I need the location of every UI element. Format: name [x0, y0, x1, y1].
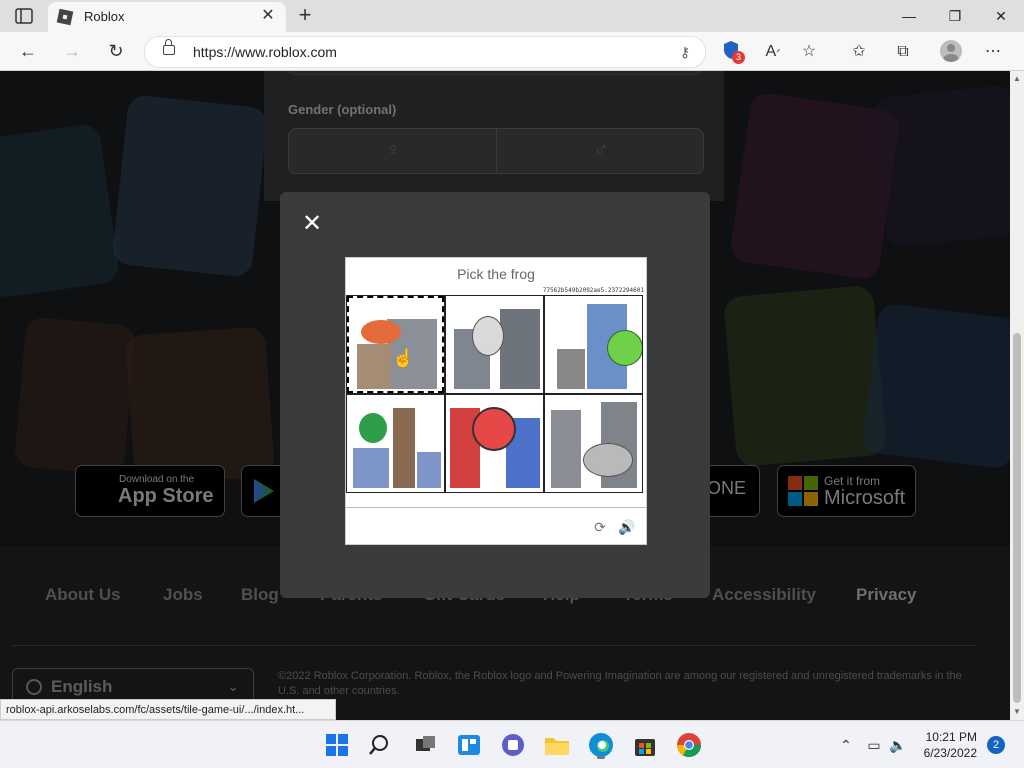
more-menu-icon[interactable]: ⋯ [980, 39, 1006, 65]
tab-title: Roblox [84, 9, 125, 24]
shield-badge-count: 3 [732, 51, 745, 64]
browser-toolbar: ← → ↻ https://www.roblox.com ⚷ 3 Aᐟ ☆ ✩ … [0, 32, 1024, 71]
search-button[interactable] [365, 729, 397, 761]
frog-icon [607, 330, 642, 366]
scroll-up-icon[interactable]: ▲ [1012, 74, 1022, 84]
address-bar[interactable]: https://www.roblox.com ⚷ [144, 36, 706, 68]
restore-button[interactable]: ❐ [932, 0, 978, 32]
scroll-down-icon[interactable]: ▼ [1012, 707, 1022, 717]
edge-button[interactable] [585, 729, 617, 761]
widgets-button[interactable] [453, 729, 485, 761]
captcha-divider [346, 507, 646, 508]
captcha-tile-mouse[interactable] [445, 295, 544, 394]
network-icon[interactable]: ▭ [864, 735, 884, 755]
task-view-icon [416, 736, 435, 751]
tab-close-icon[interactable]: ✕ [258, 6, 278, 26]
mouse-icon [472, 316, 504, 356]
elephant-icon [583, 443, 633, 477]
ladybug-icon [472, 407, 516, 451]
add-favorite-icon[interactable]: ☆ [796, 39, 822, 65]
folder-icon [545, 738, 569, 755]
back-button[interactable]: ← [14, 37, 42, 65]
roblox-favicon-icon [56, 8, 74, 26]
captcha-tile-green-creature[interactable] [346, 394, 445, 493]
refresh-icon[interactable]: ⟳ [591, 518, 609, 536]
chat-icon [502, 734, 524, 756]
teams-chat-button[interactable] [497, 729, 529, 761]
key-icon[interactable]: ⚷ [675, 42, 695, 62]
crab-icon [361, 320, 401, 344]
link-status-bar: roblox-api.arkoselabs.com/fc/assets/tile… [0, 699, 336, 720]
captcha-grid [346, 295, 646, 495]
clock-time[interactable]: 10:21 PM [926, 730, 977, 744]
read-aloud-icon[interactable]: Aᐟ [760, 39, 786, 65]
captcha-prompt: Pick the frog [457, 266, 535, 282]
forward-button[interactable]: → [58, 37, 86, 65]
windows-logo-icon [326, 734, 348, 756]
favorites-icon[interactable]: ✩ [846, 39, 872, 65]
chrome-button[interactable] [673, 729, 705, 761]
windows-taskbar: ⌃ ▭ 🔈 10:21 PM 6/23/2022 2 [0, 720, 1024, 768]
captcha-tile-elephant[interactable] [544, 394, 643, 493]
store-button[interactable] [629, 729, 661, 761]
clock-date[interactable]: 6/23/2022 [924, 746, 977, 760]
url-text[interactable]: https://www.roblox.com [193, 44, 337, 60]
chrome-icon [677, 733, 701, 758]
tab-strip: Roblox ✕ + — ❐ ✕ [0, 0, 1024, 32]
audio-icon[interactable]: 🔊 [618, 518, 636, 536]
profile-avatar[interactable] [940, 40, 962, 62]
green-creature-icon [359, 413, 387, 443]
refresh-button[interactable]: ↻ [102, 37, 130, 65]
close-window-button[interactable]: ✕ [978, 0, 1024, 32]
scroll-thumb[interactable] [1013, 333, 1021, 703]
collections-icon[interactable]: ⧉ [890, 39, 916, 65]
hand-cursor-icon: ☝ [392, 348, 415, 368]
shield-extension-icon[interactable]: 3 [718, 39, 745, 65]
volume-icon[interactable]: 🔈 [888, 735, 908, 755]
captcha-tile-frog[interactable] [544, 295, 643, 394]
minimize-button[interactable]: — [886, 0, 932, 32]
close-icon[interactable]: ✕ [300, 212, 324, 236]
lock-icon[interactable] [163, 39, 175, 55]
tab-actions-button[interactable] [10, 6, 38, 26]
task-view-button[interactable] [409, 729, 441, 761]
store-bag-icon [635, 739, 655, 756]
chevron-up-icon[interactable]: ⌃ [836, 735, 856, 755]
notification-badge[interactable]: 2 [987, 736, 1005, 754]
file-explorer-button[interactable] [541, 729, 573, 761]
start-button[interactable] [321, 729, 353, 761]
new-tab-button[interactable]: + [292, 4, 318, 28]
page-scrollbar[interactable]: ▲ ▼ [1010, 71, 1024, 720]
captcha-tile-ladybug[interactable] [445, 394, 544, 493]
tab-actions-icon [15, 8, 33, 24]
captcha-session-id: 77562b549b2092ae5.2372294601 [542, 287, 644, 294]
active-indicator [597, 756, 605, 759]
widgets-icon [458, 735, 480, 755]
captcha-tile-crab[interactable] [346, 295, 445, 394]
browser-tab-roblox[interactable]: Roblox ✕ [48, 2, 286, 32]
captcha-frame: Pick the frog 77562b549b2092ae5.23722946… [345, 257, 647, 545]
search-icon [369, 735, 388, 755]
